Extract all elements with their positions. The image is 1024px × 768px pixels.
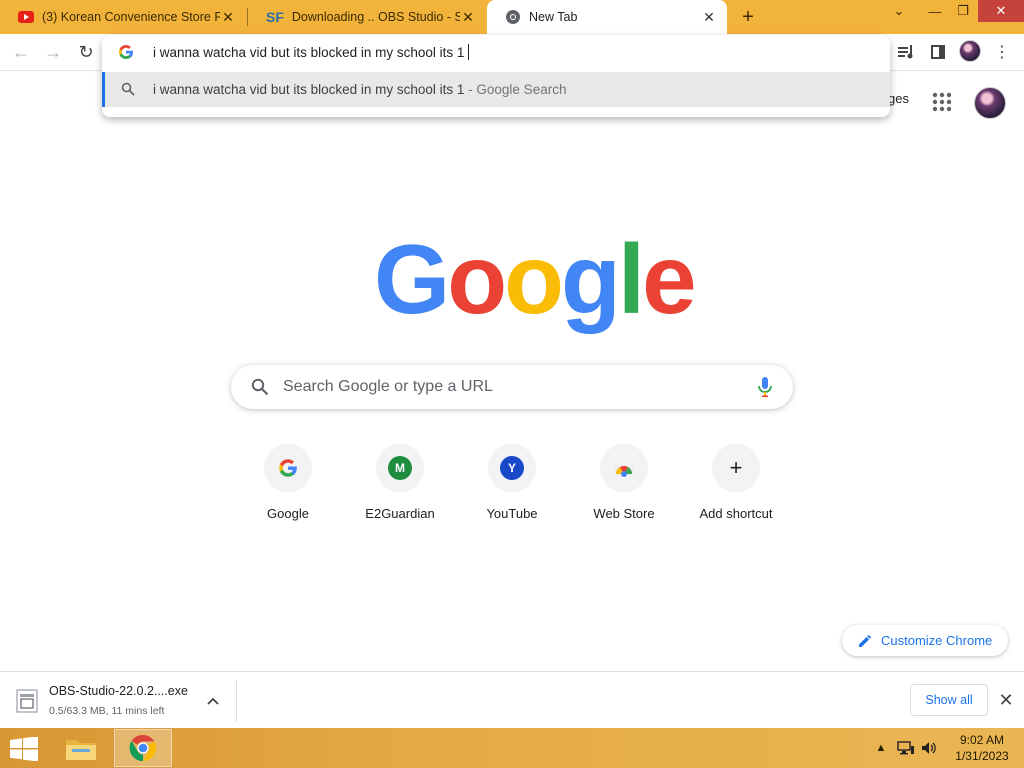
suggestion-query: i wanna watcha vid but its blocked in my…	[153, 82, 465, 97]
new-tab-button[interactable]: +	[736, 5, 760, 29]
customize-label: Customize Chrome	[881, 633, 993, 648]
system-clock[interactable]: 9:02 AM 1/31/2023	[950, 732, 1014, 764]
logo-letter: e	[642, 224, 696, 334]
minimize-icon[interactable]: —	[920, 0, 950, 22]
shortcut-youtube[interactable]: Y YouTube	[456, 442, 568, 532]
shortcut-label: E2Guardian	[365, 506, 435, 521]
suggestion-suffix: - Google Search	[464, 82, 567, 97]
shortcut-circle: M	[376, 444, 424, 492]
shortcut-e2guardian[interactable]: M E2Guardian	[344, 442, 456, 532]
taskbar-chrome[interactable]	[114, 729, 172, 767]
profile-avatar[interactable]	[959, 40, 981, 62]
chrome-icon	[506, 10, 520, 24]
tab-title: (3) Korean Convenience Store Fo	[42, 10, 220, 24]
logo-letter: G	[374, 224, 450, 334]
plus-icon: +	[729, 455, 743, 480]
google-g-icon	[279, 459, 297, 477]
close-icon[interactable]: ✕	[220, 9, 236, 25]
download-status: 0.5/63.3 MB, 11 mins left	[49, 705, 165, 717]
address-bar-value: i wanna watcha vid but its blocked in my…	[153, 45, 465, 60]
shortcut-circle	[264, 444, 312, 492]
show-all-button[interactable]: Show all	[910, 684, 988, 716]
sourceforge-icon: SF	[266, 9, 284, 25]
download-filename[interactable]: OBS-Studio-22.0.2....exe	[49, 684, 188, 698]
shortcut-circle: Y	[488, 444, 536, 492]
search-placeholder: Search Google or type a URL	[283, 378, 493, 395]
chevron-up-icon[interactable]: ▲	[874, 740, 888, 756]
search-icon	[251, 378, 269, 396]
tab-title: Downloading .. OBS Studio - Soft	[291, 10, 460, 24]
reload-icon[interactable]: ↻	[75, 41, 97, 63]
windows-taskbar: ▲ 9:02 AM 1/31/2023	[0, 728, 1024, 768]
windows-start-icon[interactable]	[10, 737, 38, 761]
address-bar-text[interactable]: i wanna watcha vid but its blocked in my…	[153, 44, 470, 60]
tab-sourceforge[interactable]: SF Downloading .. OBS Studio - Soft ✕	[248, 0, 486, 34]
tab-youtube[interactable]: (3) Korean Convenience Store Fo ✕	[0, 0, 246, 34]
shortcut-tiles: Google M E2Guardian Y YouTube Web Store …	[232, 442, 792, 532]
microphone-icon[interactable]	[757, 376, 773, 398]
account-avatar[interactable]	[974, 87, 1006, 119]
suggestion-text: i wanna watcha vid but its blocked in my…	[153, 82, 566, 97]
media-icon[interactable]	[895, 41, 917, 63]
close-icon[interactable]: ✕	[460, 9, 476, 25]
images-link[interactable]: ges	[888, 91, 909, 113]
clock-date: 1/31/2023	[955, 749, 1009, 763]
side-panel-icon[interactable]	[927, 41, 949, 63]
site-badge: M	[388, 456, 412, 480]
folder-icon	[66, 740, 96, 760]
google-logo: Google	[374, 228, 697, 328]
more-menu-icon[interactable]: ⋮	[991, 41, 1013, 63]
shortcut-circle: +	[712, 444, 760, 492]
exe-file-icon	[16, 689, 38, 713]
logo-letter: l	[617, 224, 645, 334]
shortcut-label: Add shortcut	[699, 506, 773, 521]
window-close-icon[interactable]: ✕	[978, 0, 1024, 22]
clock-time: 9:02 AM	[959, 733, 1005, 747]
shortcut-label: YouTube	[486, 506, 538, 521]
omnibox-dropdown: i wanna watcha vid but its blocked in my…	[102, 35, 890, 117]
logo-letter: o	[447, 224, 507, 334]
shortcut-circle	[600, 444, 648, 492]
tab-strip: (3) Korean Convenience Store Fo ✕ SF Dow…	[0, 0, 1024, 34]
taskbar-file-explorer[interactable]	[52, 729, 110, 767]
tab-title: New Tab	[529, 10, 578, 24]
close-icon[interactable]: ✕	[701, 9, 717, 25]
close-icon[interactable]: ✕	[997, 690, 1015, 710]
customize-chrome-button[interactable]: Customize Chrome	[842, 625, 1008, 656]
shortcut-web-store[interactable]: Web Store	[568, 442, 680, 532]
search-icon	[121, 82, 135, 96]
logo-letter: o	[504, 224, 564, 334]
divider	[236, 680, 237, 722]
forward-icon[interactable]: →	[42, 41, 64, 63]
shortcut-label: Web Store	[593, 506, 655, 521]
chevron-down-icon[interactable]: ⌄	[884, 0, 914, 22]
google-g-icon	[119, 45, 133, 59]
shortcut-google[interactable]: Google	[232, 442, 344, 532]
shortcut-label: Google	[267, 506, 309, 521]
youtube-icon	[18, 11, 34, 23]
omnibox-suggestion[interactable]: i wanna watcha vid but its blocked in my…	[102, 72, 890, 107]
ntp-search-box[interactable]: Search Google or type a URL	[231, 365, 793, 409]
restore-icon[interactable]: ❐	[948, 0, 978, 22]
chrome-icon	[129, 734, 157, 762]
text-caret	[468, 44, 470, 60]
apps-grid-icon[interactable]	[930, 90, 954, 114]
download-shelf: OBS-Studio-22.0.2....exe 0.5/63.3 MB, 11…	[0, 671, 1024, 728]
site-badge: Y	[500, 456, 524, 480]
chevron-up-icon[interactable]	[205, 693, 221, 709]
network-icon[interactable]	[896, 740, 916, 756]
logo-text: Google	[374, 230, 697, 328]
add-shortcut-button[interactable]: + Add shortcut	[680, 442, 792, 532]
back-icon[interactable]: ←	[10, 41, 32, 63]
address-bar[interactable]: i wanna watcha vid but its blocked in my…	[102, 35, 890, 69]
volume-icon[interactable]	[920, 740, 940, 756]
pencil-icon	[859, 634, 872, 647]
logo-letter: g	[560, 224, 621, 334]
tab-new-tab[interactable]: New Tab ✕	[487, 0, 727, 34]
web-store-icon	[614, 465, 634, 477]
